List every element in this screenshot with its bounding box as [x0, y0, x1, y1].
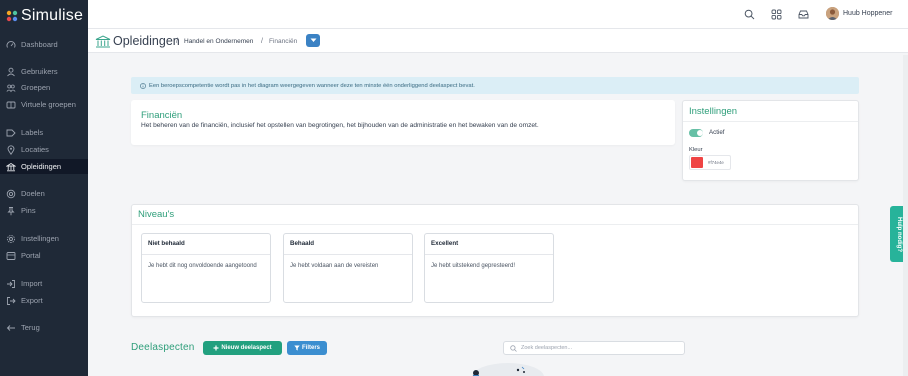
target-icon [6, 189, 16, 198]
empty-state-illustration [472, 363, 544, 376]
breadcrumb-separator: / [261, 38, 263, 45]
top-bar [88, 0, 908, 29]
export-icon [7, 296, 16, 305]
back-arrow-icon [6, 324, 15, 331]
level-text: Je hebt dit nog onvoldoende aangetoond [148, 263, 257, 269]
active-label: Actief [709, 129, 725, 136]
breadcrumb-dropdown-button[interactable] [306, 34, 320, 47]
gear-icon [7, 234, 15, 243]
sidebar-item-dashboard[interactable]: Dashboard [0, 37, 88, 52]
sidebar-item-label: Portal [21, 251, 41, 260]
divider [284, 254, 412, 255]
user-name[interactable]: Huub Hoppener [843, 10, 892, 17]
page-title[interactable]: Opleidingen [113, 34, 180, 48]
divider [425, 254, 553, 255]
color-label: Kleur [689, 147, 703, 153]
sidebar-item-label: Instellingen [21, 234, 59, 243]
import-icon [7, 279, 15, 288]
education-icon [95, 35, 111, 48]
sidebar-item-label: Export [21, 296, 43, 305]
sidebar-item-locaties[interactable]: Locaties [0, 142, 88, 157]
plus-icon [213, 345, 219, 351]
sidebar-item-label: Dashboard [21, 40, 58, 49]
virtual-group-icon [6, 101, 16, 108]
app-logo[interactable]: Simulise [6, 6, 83, 26]
filter-icon [294, 345, 300, 351]
info-icon [140, 82, 146, 89]
sidebar-item-labels[interactable]: Labels [0, 125, 88, 140]
divider [683, 121, 858, 122]
inbox-icon[interactable] [798, 9, 809, 20]
search-icon [510, 344, 517, 352]
breadcrumb-item-current: Financiën [269, 38, 298, 45]
levels-title: Niveau's [138, 209, 175, 220]
color-swatch[interactable] [691, 157, 703, 168]
pin-icon [7, 206, 15, 215]
sidebar-item-label: Groepen [21, 83, 51, 92]
level-title: Behaald [290, 240, 315, 247]
chevron-down-icon [310, 38, 316, 42]
sidebar-item-terug[interactable]: Terug [0, 320, 88, 335]
divider [142, 254, 270, 255]
button-label: Filters [301, 345, 320, 351]
sidebar-item-label: Pins [21, 206, 36, 215]
portal-icon [6, 251, 16, 260]
avatar[interactable] [826, 7, 839, 20]
sidebar-item-label: Doelen [21, 189, 45, 198]
search-icon[interactable] [744, 9, 755, 20]
sidebar-item-virtuele-groepen[interactable]: Virtuele groepen [0, 97, 88, 112]
info-banner: Een beroepscompetentie wordt pas in het … [131, 77, 859, 94]
sidebar-item-label: Locaties [21, 145, 49, 154]
user-icon [7, 67, 15, 76]
level-text: Je hebt uitstekend gepresteerd! [431, 263, 516, 269]
breadcrumb-item[interactable]: Handel en Ondernemen [184, 38, 253, 45]
sidebar-item-label: Opleidingen [21, 162, 62, 171]
sidebar-item-import[interactable]: Import [0, 276, 88, 291]
search-input[interactable] [521, 345, 681, 351]
grid-apps-icon[interactable] [771, 9, 782, 20]
competence-description: Het beheren van de financiën, inclusief … [141, 122, 539, 129]
level-text: Je hebt voldaan aan de vereisten [290, 263, 379, 269]
level-title: Excellent [431, 240, 459, 247]
settings-title: Instellingen [689, 106, 738, 117]
help-label: Hulp nodig? [896, 216, 902, 252]
tag-icon [6, 129, 16, 136]
sidebar-item-gebruikers[interactable]: Gebruikers [0, 64, 88, 79]
app-name: Simulise [21, 7, 84, 24]
sidebar-item-instellingen[interactable]: Instellingen [0, 231, 88, 246]
sidebar-item-label: Terug [21, 323, 40, 332]
location-icon [7, 144, 15, 155]
divider [132, 224, 858, 225]
sidebar-item-label: Import [21, 279, 43, 288]
dashboard-icon [6, 40, 16, 48]
subaspects-title: Deelaspecten [131, 342, 195, 353]
scrollbar[interactable] [903, 55, 908, 376]
sidebar-item-pins[interactable]: Pins [0, 203, 88, 218]
sidebar-item-groepen[interactable]: Groepen [0, 80, 88, 95]
logo-icon [6, 10, 18, 22]
avatar-image [826, 7, 839, 20]
toggle-knob [697, 130, 703, 136]
sidebar-item-label: Gebruikers [21, 67, 58, 76]
sidebar-item-label: Virtuele groepen [21, 100, 76, 109]
sidebar-item-opleidingen[interactable]: Opleidingen [0, 159, 88, 174]
button-label: Nieuw deelaspect [221, 345, 272, 351]
level-title: Niet behaald [148, 240, 185, 247]
education-icon [6, 162, 16, 171]
competence-title: Financiën [141, 110, 183, 121]
sidebar-item-export[interactable]: Export [0, 293, 88, 308]
group-icon [6, 84, 16, 92]
filters-button[interactable]: Filters [287, 341, 327, 355]
sidebar-item-doelen[interactable]: Doelen [0, 186, 88, 201]
search-field[interactable] [503, 341, 685, 355]
sidebar-item-portal[interactable]: Portal [0, 248, 88, 263]
color-value: #f74e4e [708, 160, 724, 165]
breadcrumb-separator: / [176, 38, 178, 45]
new-subaspect-button[interactable]: Nieuw deelaspect [203, 341, 282, 355]
info-text: Een beroepscompetentie wordt pas in het … [149, 82, 475, 89]
sidebar-item-label: Labels [21, 128, 44, 137]
